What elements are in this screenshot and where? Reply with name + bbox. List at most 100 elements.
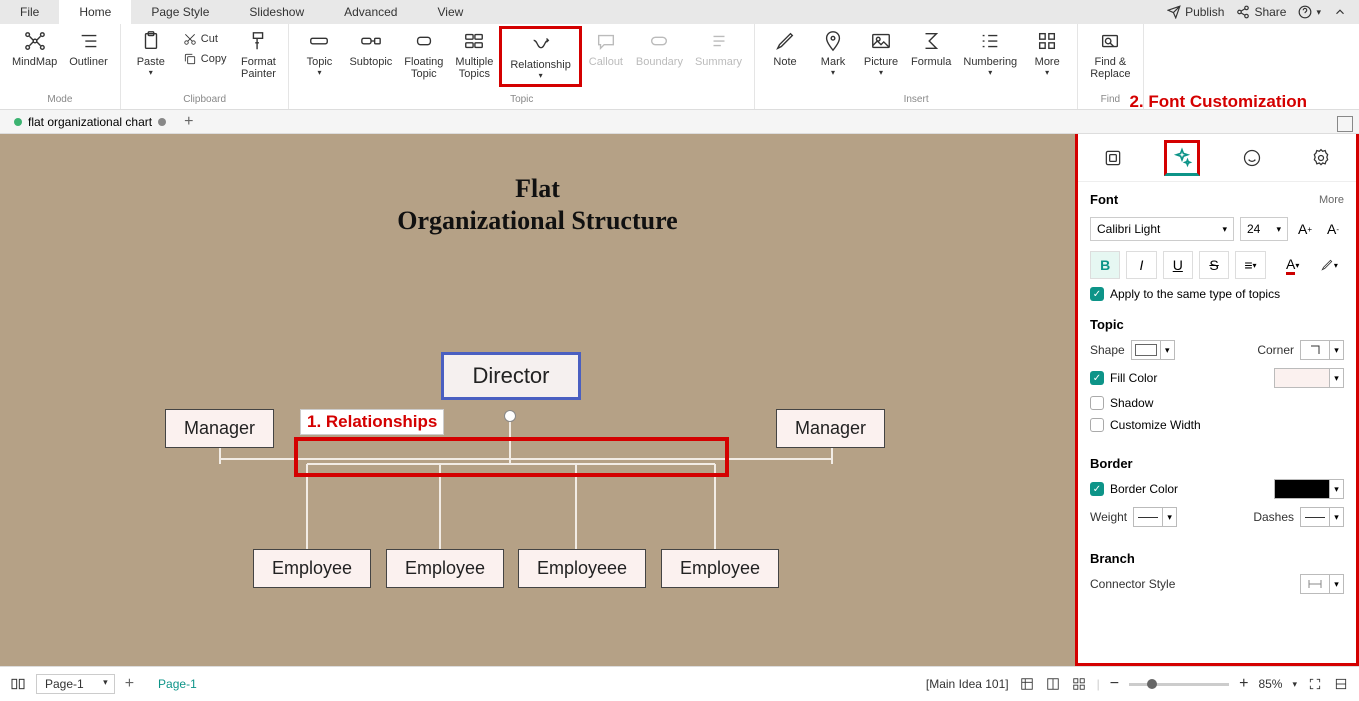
view-mode-2[interactable] xyxy=(1045,676,1061,692)
node-manager-1[interactable]: Manager xyxy=(165,409,274,448)
menu-slideshow[interactable]: Slideshow xyxy=(229,0,324,24)
current-page-label[interactable]: Page-1 xyxy=(144,677,211,691)
mindmap-button[interactable]: MindMap xyxy=(6,26,63,72)
find-icon xyxy=(1099,30,1121,52)
formula-button[interactable]: Formula xyxy=(905,26,957,72)
align-button[interactable]: ≡▾ xyxy=(1235,251,1265,279)
strike-button[interactable]: S xyxy=(1199,251,1229,279)
fill-color-label: Fill Color xyxy=(1110,371,1157,385)
panel-collapse-button[interactable] xyxy=(1337,116,1353,132)
node-employee-3[interactable]: Employeee xyxy=(518,549,646,588)
node-employee-1[interactable]: Employee xyxy=(253,549,371,588)
underline-button[interactable]: U xyxy=(1163,251,1193,279)
zoom-in-button[interactable]: + xyxy=(1239,675,1248,693)
summary-icon xyxy=(708,30,730,52)
floating-topic-button[interactable]: Floating Topic xyxy=(398,26,449,84)
fit-button[interactable] xyxy=(1333,676,1349,692)
collapse-toggle[interactable] xyxy=(504,410,516,422)
callout-button[interactable]: Callout xyxy=(582,26,630,72)
customize-width-checkbox[interactable]: Customize Width xyxy=(1090,418,1201,432)
numbering-button[interactable]: Numbering ▾ xyxy=(957,26,1023,81)
fullscreen-button[interactable] xyxy=(1307,676,1323,692)
connector-select[interactable]: ▾ xyxy=(1300,574,1344,594)
font-family-select[interactable]: Calibri Light▾ xyxy=(1090,217,1234,241)
panel-tab-page[interactable] xyxy=(1095,140,1131,176)
add-page-button[interactable]: + xyxy=(125,675,134,693)
floating-topic-label: Floating Topic xyxy=(404,56,443,80)
panel-tab-settings[interactable] xyxy=(1303,140,1339,176)
help-button[interactable]: ▾ xyxy=(1298,5,1321,19)
picture-button[interactable]: Picture ▾ xyxy=(857,26,905,81)
new-document-button[interactable]: + xyxy=(174,113,203,131)
fill-color-picker[interactable]: ▾ xyxy=(1274,368,1344,388)
copy-button[interactable]: Copy xyxy=(179,50,231,68)
more-label: More xyxy=(1035,56,1060,68)
multiple-topics-label: Multiple Topics xyxy=(455,56,493,80)
view-mode-3[interactable] xyxy=(1071,676,1087,692)
publish-button[interactable]: Publish xyxy=(1167,5,1224,19)
gear-icon xyxy=(1311,148,1331,168)
find-replace-button[interactable]: Find & Replace xyxy=(1084,26,1136,84)
border-color-checkbox[interactable]: ✓Border Color xyxy=(1090,482,1178,496)
annotation-1: 1. Relationships xyxy=(300,409,444,435)
pages-icon[interactable] xyxy=(10,676,26,692)
outliner-button[interactable]: Outliner xyxy=(63,26,114,72)
cut-button[interactable]: Cut xyxy=(179,30,231,48)
menu-view[interactable]: View xyxy=(417,0,483,24)
canvas[interactable]: Flat Organizational Structure Director M… xyxy=(0,134,1075,666)
zoom-slider[interactable] xyxy=(1129,683,1229,686)
fill-color-checkbox[interactable]: ✓Fill Color xyxy=(1090,371,1157,385)
zoom-out-button[interactable]: − xyxy=(1110,675,1119,693)
format-painter-button[interactable]: Format Painter xyxy=(234,26,282,84)
view-mode-1[interactable] xyxy=(1019,676,1035,692)
floating-topic-icon xyxy=(413,30,435,52)
relationship-button[interactable]: Relationship ▾ xyxy=(499,26,582,87)
shape-select[interactable]: ▾ xyxy=(1131,340,1175,360)
border-color-picker[interactable]: ▾ xyxy=(1274,479,1344,499)
paste-label: Paste xyxy=(137,56,165,68)
topic-button[interactable]: Topic ▾ xyxy=(295,26,343,81)
clipboard-group-label: Clipboard xyxy=(127,94,283,107)
node-director[interactable]: Director xyxy=(441,352,581,400)
corner-select[interactable]: ▾ xyxy=(1300,340,1344,360)
dashes-select[interactable]: ▾ xyxy=(1300,507,1344,527)
chevron-up-icon xyxy=(1333,5,1347,19)
document-tab[interactable]: flat organizational chart xyxy=(6,115,174,129)
font-size-value: 24 xyxy=(1247,222,1260,236)
font-more-link[interactable]: More xyxy=(1319,194,1344,206)
font-size-select[interactable]: 24▾ xyxy=(1240,217,1288,241)
page-selector[interactable]: Page-1▾ xyxy=(36,674,115,694)
menu-page-style[interactable]: Page Style xyxy=(131,0,229,24)
boundary-button[interactable]: Boundary xyxy=(630,26,689,72)
subtopic-button[interactable]: Subtopic xyxy=(343,26,398,72)
weight-select[interactable]: ▾ xyxy=(1133,507,1177,527)
node-manager-2[interactable]: Manager xyxy=(776,409,885,448)
panel-tab-style[interactable] xyxy=(1164,140,1200,176)
summary-button[interactable]: Summary xyxy=(689,26,748,72)
mindmap-label: MindMap xyxy=(12,56,57,68)
panel-tab-mark[interactable] xyxy=(1234,140,1270,176)
share-button[interactable]: Share xyxy=(1236,5,1286,19)
menu-home[interactable]: Home xyxy=(59,0,131,24)
callout-label: Callout xyxy=(589,56,623,68)
menu-file[interactable]: File xyxy=(0,0,59,24)
collapse-ribbon-button[interactable] xyxy=(1333,5,1347,19)
shadow-checkbox[interactable]: Shadow xyxy=(1090,396,1153,410)
menu-advanced[interactable]: Advanced xyxy=(324,0,417,24)
multiple-topics-button[interactable]: Multiple Topics xyxy=(449,26,499,84)
italic-button[interactable]: I xyxy=(1126,251,1156,279)
bold-button[interactable]: B xyxy=(1090,251,1120,279)
more-button[interactable]: More ▾ xyxy=(1023,26,1071,81)
node-employee-2[interactable]: Employee xyxy=(386,549,504,588)
mark-button[interactable]: Mark ▾ xyxy=(809,26,857,81)
font-grow-button[interactable]: A+ xyxy=(1294,215,1316,243)
apply-same-checkbox[interactable]: ✓ Apply to the same type of topics xyxy=(1090,287,1344,301)
share-icon xyxy=(1236,5,1250,19)
font-shrink-button[interactable]: A- xyxy=(1322,215,1344,243)
node-employee-4[interactable]: Employee xyxy=(661,549,779,588)
paste-button[interactable]: Paste ▾ xyxy=(127,26,175,81)
highlight-button[interactable]: ▾ xyxy=(1314,251,1344,279)
font-color-button[interactable]: A▾ xyxy=(1278,251,1308,279)
subtopic-icon xyxy=(360,30,382,52)
note-button[interactable]: Note xyxy=(761,26,809,72)
